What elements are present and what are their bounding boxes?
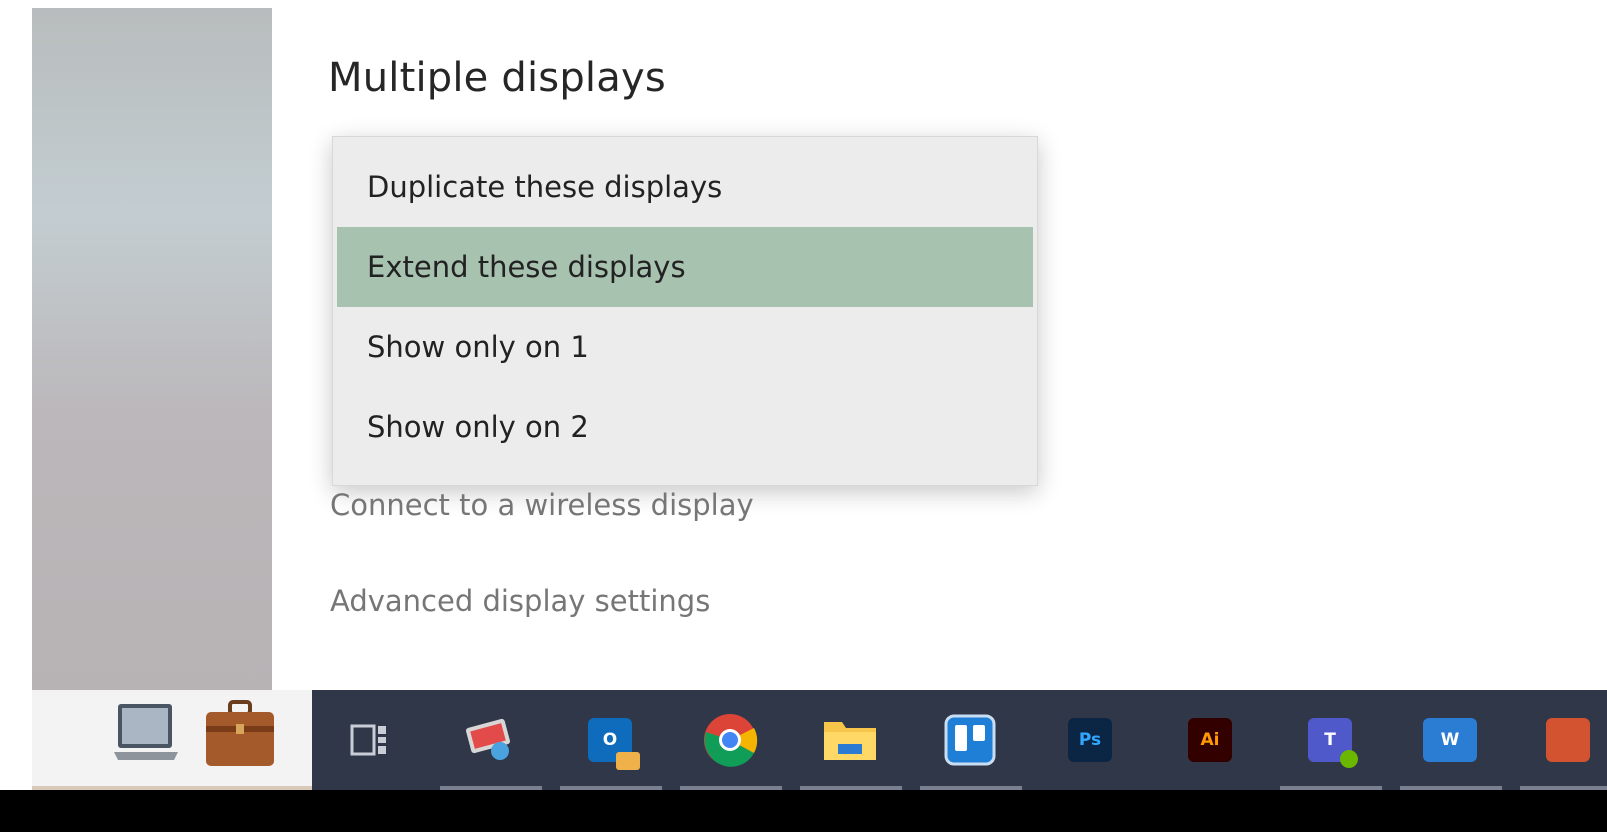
option-duplicate-displays[interactable]: Duplicate these displays <box>337 147 1033 227</box>
remote-desktop-icon <box>465 718 511 760</box>
powerpoint-icon <box>1546 718 1590 762</box>
advanced-display-settings-link[interactable]: Advanced display settings <box>330 584 710 618</box>
powerpoint-button[interactable] <box>1540 710 1607 770</box>
illustrator-button[interactable]: Ai <box>1180 710 1240 770</box>
screen-bottom-bezel <box>0 790 1607 832</box>
multiple-displays-dropdown[interactable]: Duplicate these displays Extend these di… <box>332 136 1038 486</box>
trello-icon <box>944 714 996 766</box>
chrome-button[interactable] <box>700 710 760 770</box>
option-show-only-1[interactable]: Show only on 1 <box>337 307 1033 387</box>
option-show-only-2[interactable]: Show only on 2 <box>337 387 1033 467</box>
window-frame-top <box>0 0 1607 8</box>
briefcase-icon[interactable] <box>200 696 280 772</box>
window-frame-left <box>0 0 32 690</box>
word-button[interactable]: W <box>1420 710 1480 770</box>
word-icon: W <box>1423 718 1477 762</box>
illustrator-icon: Ai <box>1188 718 1232 762</box>
teams-button[interactable]: T <box>1300 710 1360 770</box>
connect-wireless-display-link[interactable]: Connect to a wireless display <box>330 488 754 522</box>
task-view-button[interactable] <box>340 710 400 770</box>
teams-icon: T <box>1308 718 1358 768</box>
photoshop-icon: Ps <box>1068 718 1112 762</box>
remote-desktop-button[interactable] <box>460 710 520 770</box>
option-extend-displays[interactable]: Extend these displays <box>337 227 1033 307</box>
file-explorer-button[interactable] <box>820 710 880 770</box>
chrome-icon <box>704 714 758 767</box>
section-title: Multiple displays <box>328 55 666 101</box>
trello-button[interactable] <box>940 710 1000 770</box>
outlook-icon: O <box>588 718 640 770</box>
settings-sidebar <box>32 8 272 690</box>
taskbar-desktop-area <box>32 690 312 790</box>
laptop-icon[interactable] <box>112 698 182 770</box>
outlook-button[interactable]: O <box>580 710 640 770</box>
photoshop-button[interactable]: Ps <box>1060 710 1120 770</box>
file-explorer-icon <box>824 722 876 760</box>
task-view-icon <box>350 724 386 756</box>
